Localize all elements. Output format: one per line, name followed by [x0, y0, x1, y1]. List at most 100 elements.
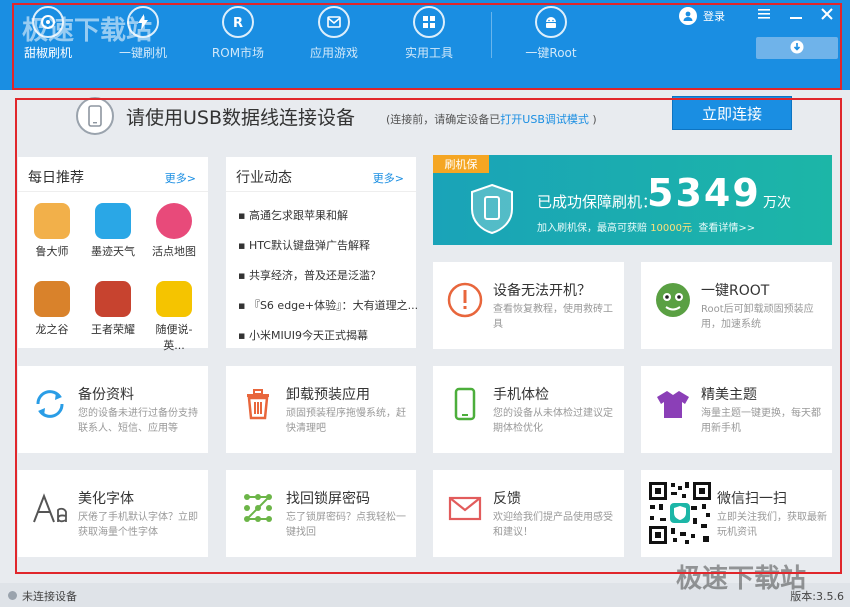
nav-apps-games[interactable]: 应用游戏: [303, 6, 365, 66]
shield-icon: [471, 183, 513, 235]
banner-line2: 加入刷机保，最高可获赔 10000元 查看详情>>: [537, 219, 755, 234]
app-label: 王者荣耀: [91, 323, 135, 336]
watermark: 极速下载站: [676, 564, 807, 594]
app-item[interactable]: 龙之谷: [24, 281, 80, 337]
tile-recover-lock-password[interactable]: 找回锁屏密码 忘了锁屏密码？点我轻松一键找回: [226, 470, 416, 557]
nav-tools[interactable]: 实用工具: [398, 6, 460, 66]
download-icon: [790, 39, 804, 58]
connect-hint-end: ): [592, 113, 597, 126]
device-status-icon: [8, 591, 17, 600]
android-icon: [535, 6, 567, 38]
nav-label: ROM市场: [211, 46, 265, 60]
tile-themes[interactable]: 精美主题 海量主题一键更换，每天都用新手机: [641, 366, 832, 453]
menu-icon[interactable]: [756, 6, 772, 22]
tile-desc: 忘了锁屏密码？点我轻松一键找回: [286, 512, 406, 538]
close-icon[interactable]: [819, 6, 835, 22]
connect-hint-text: (连接前，请确定设备已: [386, 113, 501, 126]
suibianshuo-icon: [156, 281, 192, 317]
news-more-link[interactable]: 更多>: [373, 170, 404, 186]
svg-text:R: R: [233, 16, 243, 31]
download-button[interactable]: [756, 37, 838, 59]
app-item[interactable]: 活点地图: [146, 203, 202, 259]
connect-hint: (连接前，请确定设备已打开USB调试模式 ): [386, 111, 597, 127]
daily-recommend-card: 每日推荐 更多> 鲁大师 墨迹天气 活点地图 龙之谷 王者荣耀 随便说-英...: [18, 157, 208, 352]
device-status-text: 未连接设备: [22, 590, 77, 603]
banner-count: 5349: [647, 171, 761, 215]
minimize-icon[interactable]: [788, 6, 804, 22]
app-label: 鲁大师: [35, 245, 69, 258]
tile-title: 设备无法开机？: [493, 283, 591, 299]
connect-title: 请使用USB数据线连接设备: [126, 107, 356, 129]
banner-line2-text: 加入刷机保，最高可获赔: [537, 223, 647, 234]
flash-guarantee-banner[interactable]: 刷机保 已成功保障刷机： 5349 万次 加入刷机保，最高可获赔 10000元 …: [433, 155, 832, 245]
tile-desc: 您的设备从未体检过建议定期体检优化: [493, 408, 613, 434]
honor-of-kings-icon: [95, 281, 131, 317]
watermark: 极速下载站: [22, 16, 153, 46]
tile-title: 美化字体: [78, 491, 134, 507]
divider: [226, 191, 416, 192]
qr-code-icon: [647, 480, 713, 546]
daily-more-link[interactable]: 更多>: [165, 170, 196, 186]
tile-one-click-root[interactable]: 一键ROOT Root后可卸载顽固预装应用，加速系统: [641, 262, 832, 349]
user-avatar-icon: [679, 7, 697, 25]
tile-feedback[interactable]: 反馈 欢迎给我们提产品使用感受和建议！: [433, 470, 624, 557]
banner-line1: 已成功保障刷机：: [537, 193, 658, 211]
tile-wechat-scan[interactable]: 微信扫一扫 立即关注我们，获取最新玩机资讯: [641, 470, 832, 557]
tile-title: 精美主题: [701, 387, 757, 403]
news-item[interactable]: ▪ HTC默认键盘弹广告解释: [238, 237, 370, 253]
tile-desc: 立即关注我们，获取最新玩机资讯: [717, 512, 827, 538]
tile-desc: 顽固预装程序拖慢系统，赶快清理吧: [286, 408, 406, 434]
login-label: 登录: [703, 10, 725, 23]
tile-title: 一键ROOT: [701, 283, 770, 299]
tile-title: 反馈: [493, 491, 521, 507]
tile-title: 卸载预装应用: [286, 387, 370, 403]
pattern-lock-icon: [244, 494, 272, 522]
tile-phone-checkup[interactable]: 手机体检 您的设备从未体检过建议定期体检优化: [433, 366, 624, 453]
login-button[interactable]: 登录: [679, 7, 725, 25]
tile-backup[interactable]: 备份资料 您的设备未进行过备份支持联系人、短信、应用等: [18, 366, 208, 453]
moji-weather-icon: [95, 203, 131, 239]
news-item[interactable]: ▪ 『S6 edge+体验』：大有道理之...: [238, 297, 418, 313]
nav-label: 应用游戏: [309, 46, 358, 60]
nav-rom-market[interactable]: R ROM市场: [207, 6, 269, 66]
nav-label: 实用工具: [404, 46, 453, 60]
app-item[interactable]: 随便说-英...: [146, 281, 202, 353]
tile-desc: 海量主题一键更换，每天都用新手机: [701, 408, 821, 434]
app-item[interactable]: 鲁大师: [24, 203, 80, 259]
app-item[interactable]: 王者荣耀: [85, 281, 141, 337]
app-item[interactable]: 墨迹天气: [85, 203, 141, 259]
nav-divider: [491, 12, 492, 58]
daily-title: 每日推荐: [28, 170, 84, 186]
news-item[interactable]: ▪ 小米MIUI9今天正式揭幕: [238, 327, 368, 343]
tile-title: 找回锁屏密码: [286, 491, 370, 507]
tile-fonts[interactable]: 美化字体 厌倦了手机默认字体？立即获取海量个性字体: [18, 470, 208, 557]
apps-icon: [318, 6, 350, 38]
backup-sync-icon: [36, 390, 64, 418]
ludashi-icon: [34, 203, 70, 239]
font-icon: [33, 493, 67, 523]
phone-icon: [76, 97, 114, 135]
banner-amount: 10000元: [650, 223, 692, 234]
tile-cannot-boot[interactable]: 设备无法开机？ 查看恢复教程，使用救砖工具: [433, 262, 624, 349]
app-label: 龙之谷: [35, 323, 69, 336]
tile-uninstall-preinstalled[interactable]: 卸载预装应用 顽固预装程序拖慢系统，赶快清理吧: [226, 366, 416, 453]
news-item[interactable]: ▪ 高通乞求跟苹果和解: [238, 207, 348, 223]
tile-desc: 查看恢复教程，使用救砖工具: [493, 304, 613, 330]
connect-now-button[interactable]: 立即连接: [672, 96, 792, 130]
news-item[interactable]: ▪ 共享经济，普及还是泛滥？: [238, 267, 381, 283]
usb-debug-link[interactable]: 打开USB调试模式: [500, 113, 589, 126]
banner-unit: 万次: [763, 195, 791, 211]
divider: [18, 191, 208, 192]
banner-tag: 刷机保: [433, 155, 489, 173]
nav-label: 一键Root: [525, 46, 577, 60]
app-label: 活点地图: [152, 245, 196, 258]
warning-icon: [447, 282, 483, 318]
news-title: 行业动态: [236, 170, 292, 186]
tile-desc: Root后可卸载顽固预装应用，加速系统: [701, 304, 814, 330]
industry-news-card: 行业动态 更多> ▪ 高通乞求跟苹果和解 ▪ HTC默认键盘弹广告解释 ▪ 共享…: [226, 157, 418, 348]
dragon-nest-icon: [34, 281, 70, 317]
nav-one-click-root[interactable]: 一键Root: [518, 6, 584, 66]
app-label: 随便说-英...: [155, 323, 193, 352]
banner-details-link[interactable]: 查看详情>>: [698, 223, 755, 234]
tshirt-icon: [657, 391, 689, 418]
